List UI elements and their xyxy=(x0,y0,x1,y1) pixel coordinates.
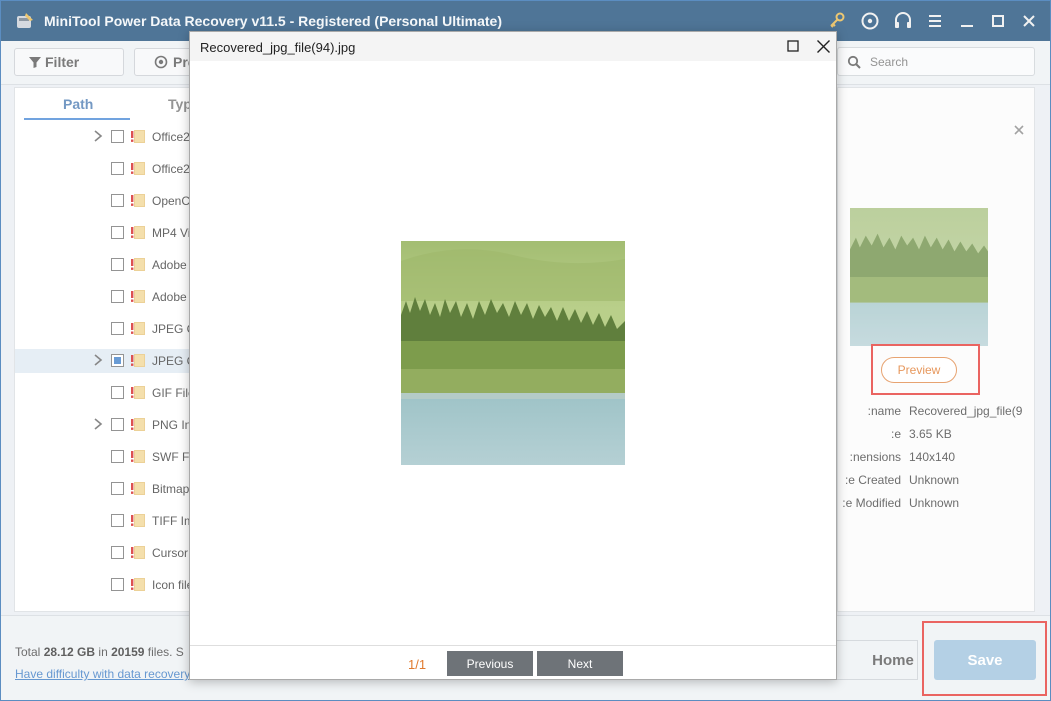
dialog-header: Recovered_jpg_file(94).jpg xyxy=(190,32,836,61)
maximize-icon[interactable] xyxy=(787,40,799,52)
dialog-footer: 1/1 Previous Next xyxy=(190,645,836,679)
close-icon[interactable] xyxy=(816,39,831,54)
preview-dialog: Recovered_jpg_file(94).jpg 1/1 Previous … xyxy=(189,31,837,680)
next-button[interactable]: Next xyxy=(537,651,623,676)
preview-image xyxy=(401,241,625,465)
page-counter: 1/1 xyxy=(408,657,427,672)
dialog-title: Recovered_jpg_file(94).jpg xyxy=(200,40,356,55)
previous-button[interactable]: Previous xyxy=(447,651,533,676)
